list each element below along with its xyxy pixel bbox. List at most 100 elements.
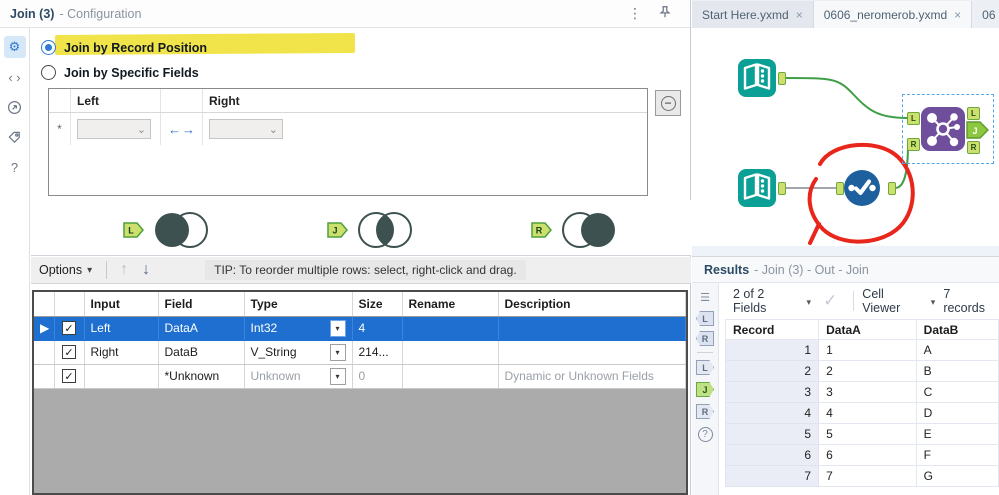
left-field-dropdown[interactable]: ⌄ bbox=[77, 119, 151, 139]
grid-row-dataB[interactable]: ✓ Right DataB V_String ▾ 214... bbox=[34, 340, 686, 365]
move-up-button[interactable]: ↑ bbox=[113, 261, 135, 279]
caret-down-icon[interactable]: ▾ bbox=[807, 297, 812, 308]
join-fields-right-header: Right bbox=[209, 93, 240, 108]
swap-right-arrow-icon[interactable]: → bbox=[182, 122, 195, 137]
row-checkbox[interactable]: ✓ bbox=[62, 321, 76, 335]
results-header: Results - Join (3) - Out - Join bbox=[692, 257, 999, 283]
tab-label: 0606_neromerob.yxmd bbox=[823, 7, 948, 22]
help-icon[interactable]: ? bbox=[4, 156, 26, 178]
radio-join-by-specific-fields[interactable]: Join by Specific Fields bbox=[41, 65, 199, 80]
move-down-button[interactable]: ↓ bbox=[135, 261, 157, 279]
results-help-icon[interactable]: ? bbox=[697, 427, 713, 442]
results-output-anchor-J[interactable]: J bbox=[696, 382, 714, 397]
type-dropdown-button[interactable]: ▾ bbox=[329, 367, 346, 385]
panel-subtitle: - Configuration bbox=[59, 6, 142, 21]
results-row[interactable]: 5 5 E bbox=[724, 423, 999, 445]
results-row[interactable]: 6 6 F bbox=[724, 444, 999, 466]
swap-left-arrow-icon[interactable]: ← bbox=[168, 122, 181, 137]
type-dropdown-button[interactable]: ▾ bbox=[329, 343, 346, 361]
text-input-tool-1[interactable] bbox=[737, 58, 777, 101]
radio-join-by-record-position[interactable]: Join by Record Position bbox=[41, 40, 207, 55]
close-tab-icon[interactable]: × bbox=[954, 8, 961, 22]
join-output-anchor-R[interactable]: R bbox=[967, 141, 980, 154]
reorder-tip-text: TIP: To reorder multiple rows: select, r… bbox=[205, 260, 526, 280]
workflow-tab-bar: Start Here.yxmd × 0606_neromerob.yxmd × … bbox=[692, 0, 999, 28]
results-title: Results bbox=[704, 262, 750, 277]
panel-title: Join (3) bbox=[10, 6, 55, 21]
tab-label: Start Here.yxmd bbox=[702, 7, 789, 22]
cell-rename bbox=[402, 340, 499, 365]
join-output-anchor-L[interactable]: L bbox=[967, 107, 980, 120]
output-anchor[interactable] bbox=[888, 182, 896, 195]
results-table: Record DataA DataB 1 1 A 2 2 B 3 3 C 4 4… bbox=[724, 319, 999, 487]
results-row[interactable]: 2 2 B bbox=[724, 360, 999, 382]
venn-joined-icon bbox=[358, 212, 412, 248]
output-anchor[interactable] bbox=[778, 72, 786, 85]
cell-rename bbox=[402, 364, 499, 389]
cell-rename bbox=[402, 316, 499, 341]
col-rename: Rename bbox=[402, 292, 499, 317]
row-pointer-icon: ▶ bbox=[34, 316, 55, 341]
alteryx-designer-window: Join (3) - Configuration ⋮ ⚙ ‹ › ? Join bbox=[0, 0, 999, 495]
options-button[interactable]: Options ▾ bbox=[31, 260, 100, 280]
metadata-list-icon[interactable]: ☰ bbox=[696, 289, 715, 306]
tab-label: 06 bbox=[982, 7, 996, 22]
grid-row-unknown[interactable]: ✓ *Unknown Unknown ▾ 0 Dynamic or Unknown… bbox=[34, 364, 686, 389]
results-output-anchor-R[interactable]: R bbox=[696, 404, 714, 419]
results-row[interactable]: 7 7 G bbox=[724, 465, 999, 487]
tab-partial[interactable]: 06 bbox=[972, 1, 999, 28]
toolbar-separator bbox=[853, 291, 855, 311]
results-input-anchor-L[interactable]: L bbox=[696, 311, 714, 326]
join-output-anchor-J[interactable]: J bbox=[966, 120, 990, 140]
settings-gear-icon[interactable]: ⚙ bbox=[3, 36, 26, 58]
cell-input bbox=[84, 364, 159, 389]
close-tab-icon[interactable]: × bbox=[796, 8, 803, 22]
fields-dropdown[interactable]: 2 of 2 Fields bbox=[733, 287, 801, 315]
results-row[interactable]: 3 3 C bbox=[724, 381, 999, 403]
configuration-header: Join (3) - Configuration ⋮ bbox=[0, 0, 690, 28]
results-row[interactable]: 1 1 A bbox=[724, 339, 999, 361]
radio-button-selected[interactable] bbox=[41, 40, 56, 55]
output-anchor[interactable] bbox=[778, 182, 786, 195]
more-options-icon[interactable]: ⋮ bbox=[620, 5, 650, 22]
grid-header-row: Input Field Type Size Rename Description bbox=[34, 292, 686, 317]
right-field-dropdown[interactable]: ⌄ bbox=[209, 119, 283, 139]
cell-description: Dynamic or Unknown Fields bbox=[498, 364, 686, 389]
cell-viewer-dropdown[interactable]: Cell Viewer bbox=[862, 287, 924, 315]
tag-icon[interactable] bbox=[4, 126, 26, 148]
navigate-icon[interactable] bbox=[4, 96, 26, 118]
cell-size: 214... bbox=[352, 340, 403, 365]
join-tool[interactable] bbox=[920, 106, 966, 155]
type-dropdown-button[interactable]: ▾ bbox=[329, 319, 346, 337]
radio-button-unselected[interactable] bbox=[41, 65, 56, 80]
grid-row-dataA[interactable]: ▶ ✓ Left DataA Int32 ▾ 4 bbox=[34, 316, 686, 341]
text-input-tool-2[interactable] bbox=[737, 168, 777, 211]
results-row[interactable]: 4 4 D bbox=[724, 402, 999, 424]
col-size: Size bbox=[352, 292, 403, 317]
venn-left-unjoined-icon bbox=[155, 212, 208, 248]
code-icon[interactable]: ‹ › bbox=[4, 66, 26, 88]
remove-row-button[interactable]: − bbox=[655, 90, 681, 116]
tab-start-here[interactable]: Start Here.yxmd × bbox=[692, 1, 814, 28]
cell-description bbox=[498, 316, 686, 341]
workflow-canvas[interactable]: L R L J R bbox=[692, 28, 999, 256]
join-input-anchor-L[interactable]: L bbox=[907, 112, 920, 125]
anchor-R-badge: R bbox=[531, 222, 552, 238]
results-input-anchor-R[interactable]: R bbox=[696, 331, 714, 346]
results-header-row: Record DataA DataB bbox=[724, 319, 999, 340]
results-panel: Results - Join (3) - Out - Join ☰ L R L … bbox=[692, 256, 999, 495]
caret-down-icon: ▾ bbox=[87, 264, 93, 276]
tab-0606-neromerob[interactable]: 0606_neromerob.yxmd × bbox=[813, 1, 973, 28]
output-left-venn: L bbox=[123, 206, 212, 254]
row-checkbox[interactable]: ✓ bbox=[62, 369, 76, 383]
new-row-marker: * bbox=[49, 113, 71, 145]
caret-down-icon[interactable]: ▾ bbox=[931, 297, 936, 308]
row-checkbox[interactable]: ✓ bbox=[62, 345, 76, 359]
results-output-anchor-L[interactable]: L bbox=[696, 360, 714, 375]
pin-icon[interactable] bbox=[650, 5, 680, 22]
cell-description bbox=[498, 340, 686, 365]
join-input-anchor-R[interactable]: R bbox=[907, 138, 920, 151]
grid-options-toolbar: Options ▾ ↑ ↓ TIP: To reorder multiple r… bbox=[31, 257, 691, 284]
results-anchor-strip: ☰ L R L J R ? bbox=[692, 283, 719, 495]
select-tool[interactable] bbox=[843, 169, 881, 210]
